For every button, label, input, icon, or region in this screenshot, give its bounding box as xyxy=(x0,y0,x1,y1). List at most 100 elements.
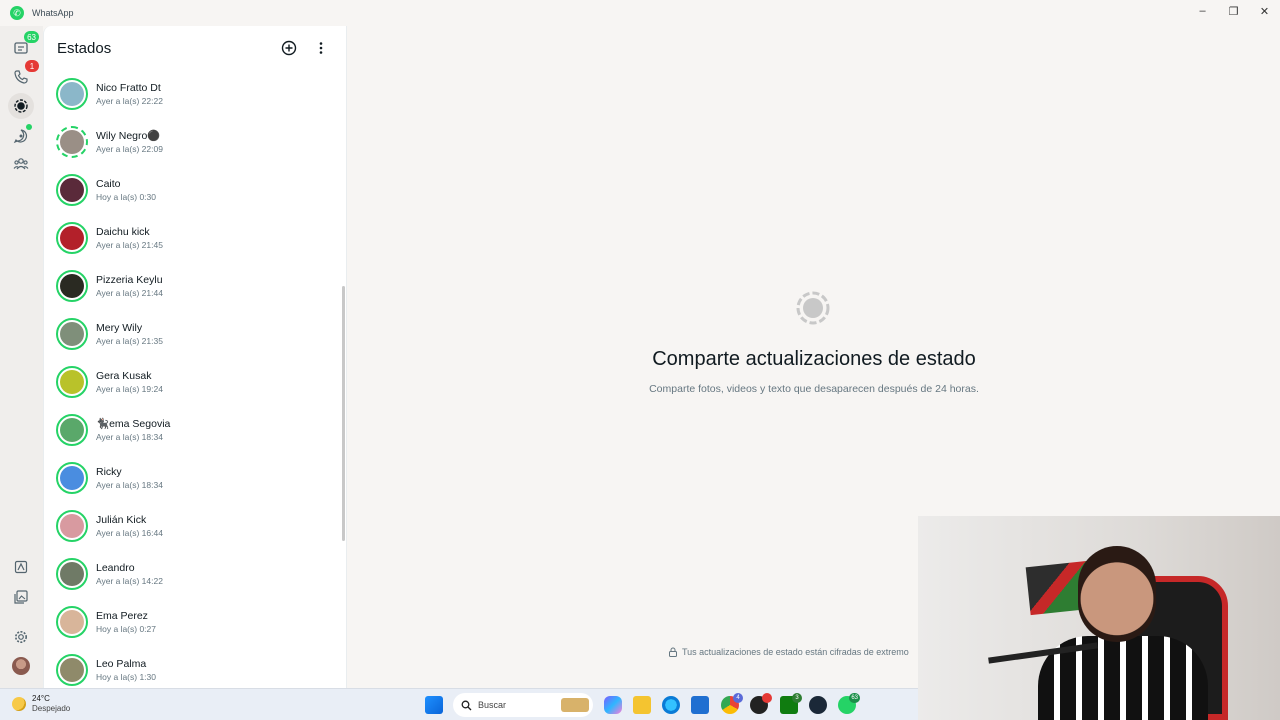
status-timestamp: Hoy a la(s) 0:27 xyxy=(96,624,156,634)
weather-widget[interactable]: 24°C Despejado xyxy=(12,694,70,714)
minimize-button[interactable]: – xyxy=(1187,0,1218,22)
status-text: 🐈‍⬛ema Segovia Ayer a la(s) 18:34 xyxy=(96,417,170,443)
status-item[interactable]: Wily Negro⚫ Ayer a la(s) 22:09 xyxy=(44,118,344,166)
status-text: Wily Negro⚫ Ayer a la(s) 22:09 xyxy=(96,129,163,155)
status-item[interactable]: Daichu kick Ayer a la(s) 21:45 xyxy=(44,214,344,262)
close-button[interactable]: ✕ xyxy=(1249,0,1280,22)
status-text: Leo Palma Hoy a la(s) 1:30 xyxy=(96,657,156,683)
contact-name: Nico Fratto Dt xyxy=(96,82,161,94)
contact-name: Ricky xyxy=(96,466,122,478)
status-item[interactable]: 🐈‍⬛ema Segovia Ayer a la(s) 18:34 xyxy=(44,406,344,454)
empty-state-subtitle: Comparte fotos, videos y texto que desap… xyxy=(649,383,979,395)
chats-nav-button[interactable]: 63 xyxy=(8,31,39,61)
media-button[interactable] xyxy=(8,584,34,610)
starred-messages-button[interactable] xyxy=(8,554,34,580)
weather-description: Despejado xyxy=(32,704,71,713)
chrome-icon[interactable]: 4 xyxy=(721,693,743,714)
status-ring xyxy=(56,222,88,254)
edge-browser-icon[interactable] xyxy=(662,696,680,714)
status-panel: Estados Nico Fratto Dt Ayer a la(s) 22:22… xyxy=(43,26,347,688)
avatar xyxy=(60,610,84,634)
search-label: Buscar xyxy=(478,700,507,710)
title-bar: ✆ WhatsApp – ❐ ✕ xyxy=(0,0,1280,26)
contact-name: Caito xyxy=(96,178,121,190)
windows-taskbar: 24°C Despejado Buscar 4 3 63 xyxy=(0,688,918,720)
xbox-badge: 3 xyxy=(792,693,802,703)
contact-name: 🐈‍⬛ema Segovia xyxy=(96,418,171,430)
settings-button[interactable] xyxy=(8,624,34,650)
status-item[interactable]: Caito Hoy a la(s) 0:30 xyxy=(44,166,344,214)
status-text: Pizzeria Keylu Ayer a la(s) 21:44 xyxy=(96,273,163,299)
status-text: Gera Kusak Ayer a la(s) 19:24 xyxy=(96,369,163,395)
add-status-button[interactable] xyxy=(279,38,299,58)
status-list: Nico Fratto Dt Ayer a la(s) 22:22 Wily Neg… xyxy=(44,70,344,688)
taskbar-search[interactable]: Buscar xyxy=(453,693,593,717)
status-item[interactable]: Ricky Ayer a la(s) 18:34 xyxy=(44,454,344,502)
status-ring xyxy=(56,654,88,686)
status-timestamp: Ayer a la(s) 18:34 xyxy=(96,480,163,490)
webcam-overlay xyxy=(918,516,1280,720)
channels-nav-button[interactable] xyxy=(8,123,34,149)
whatsapp-taskbar-badge: 63 xyxy=(849,693,860,703)
file-explorer-icon[interactable] xyxy=(633,696,651,714)
profile-avatar xyxy=(12,657,30,675)
avatar xyxy=(60,370,84,394)
whatsapp-taskbar-icon[interactable]: 63 xyxy=(838,693,860,714)
menu-button[interactable] xyxy=(311,38,331,58)
status-item[interactable]: Nico Fratto Dt Ayer a la(s) 22:22 xyxy=(44,70,344,118)
panel-title: Estados xyxy=(57,39,112,57)
copilot-icon[interactable] xyxy=(604,696,622,714)
phone-icon xyxy=(14,70,28,84)
status-text: Nico Fratto Dt Ayer a la(s) 22:22 xyxy=(96,81,163,107)
avatar xyxy=(60,322,84,346)
status-text: Mery Wily Ayer a la(s) 21:35 xyxy=(96,321,163,347)
status-item[interactable]: Julián Kick Ayer a la(s) 16:44 xyxy=(44,502,344,550)
steam-icon[interactable] xyxy=(809,696,827,714)
status-ring xyxy=(56,510,88,542)
profile-button[interactable] xyxy=(8,653,34,679)
microsoft-store-icon[interactable] xyxy=(691,696,709,714)
status-item[interactable]: Leo Palma Hoy a la(s) 1:30 xyxy=(44,646,344,688)
channels-icon xyxy=(13,129,27,144)
status-ring xyxy=(56,366,88,398)
status-item[interactable]: Mery Wily Ayer a la(s) 21:35 xyxy=(44,310,344,358)
status-item[interactable]: Leandro Ayer a la(s) 14:22 xyxy=(44,550,344,598)
more-vertical-icon xyxy=(319,42,323,54)
xbox-icon[interactable]: 3 xyxy=(780,693,802,714)
channels-unread-dot xyxy=(26,124,32,130)
status-text: Caito Hoy a la(s) 0:30 xyxy=(96,177,156,203)
status-timestamp: Ayer a la(s) 22:22 xyxy=(96,96,163,106)
weather-temperature: 24°C xyxy=(32,694,50,703)
nav-rail: 63 1 xyxy=(0,26,43,688)
starred-icon xyxy=(14,560,28,574)
avatar xyxy=(60,226,84,250)
status-ring xyxy=(56,126,88,158)
plus-circle-icon xyxy=(281,40,297,56)
avatar xyxy=(60,418,84,442)
start-button[interactable] xyxy=(425,696,443,714)
status-nav-button[interactable] xyxy=(8,93,34,119)
avatar xyxy=(60,274,84,298)
status-text: Daichu kick Ayer a la(s) 21:45 xyxy=(96,225,163,251)
status-timestamp: Ayer a la(s) 21:45 xyxy=(96,240,163,250)
status-icon xyxy=(14,99,28,113)
obs-badge xyxy=(762,693,772,703)
status-item[interactable]: Gera Kusak Ayer a la(s) 19:24 xyxy=(44,358,344,406)
obs-icon[interactable] xyxy=(750,693,772,714)
avatar xyxy=(60,82,84,106)
status-list-scrollbar[interactable] xyxy=(342,286,345,541)
status-placeholder-icon xyxy=(796,291,830,325)
window-controls: – ❐ ✕ xyxy=(1187,0,1280,22)
contact-name: Pizzeria Keylu xyxy=(96,274,163,286)
encryption-note-text: Tus actualizaciones de estado están cifr… xyxy=(682,647,909,657)
whatsapp-logo-icon: ✆ xyxy=(10,6,24,20)
status-text: Julián Kick Ayer a la(s) 16:44 xyxy=(96,513,163,539)
status-item[interactable]: Ema Perez Hoy a la(s) 0:27 xyxy=(44,598,344,646)
restore-button[interactable]: ❐ xyxy=(1218,0,1249,22)
communities-nav-button[interactable] xyxy=(8,151,34,177)
status-text: Leandro Ayer a la(s) 14:22 xyxy=(96,561,163,587)
moon-weather-icon xyxy=(12,697,26,711)
calls-nav-button[interactable]: 1 xyxy=(8,60,39,90)
webcam-person-head xyxy=(1078,546,1156,642)
status-item[interactable]: Pizzeria Keylu Ayer a la(s) 21:44 xyxy=(44,262,344,310)
